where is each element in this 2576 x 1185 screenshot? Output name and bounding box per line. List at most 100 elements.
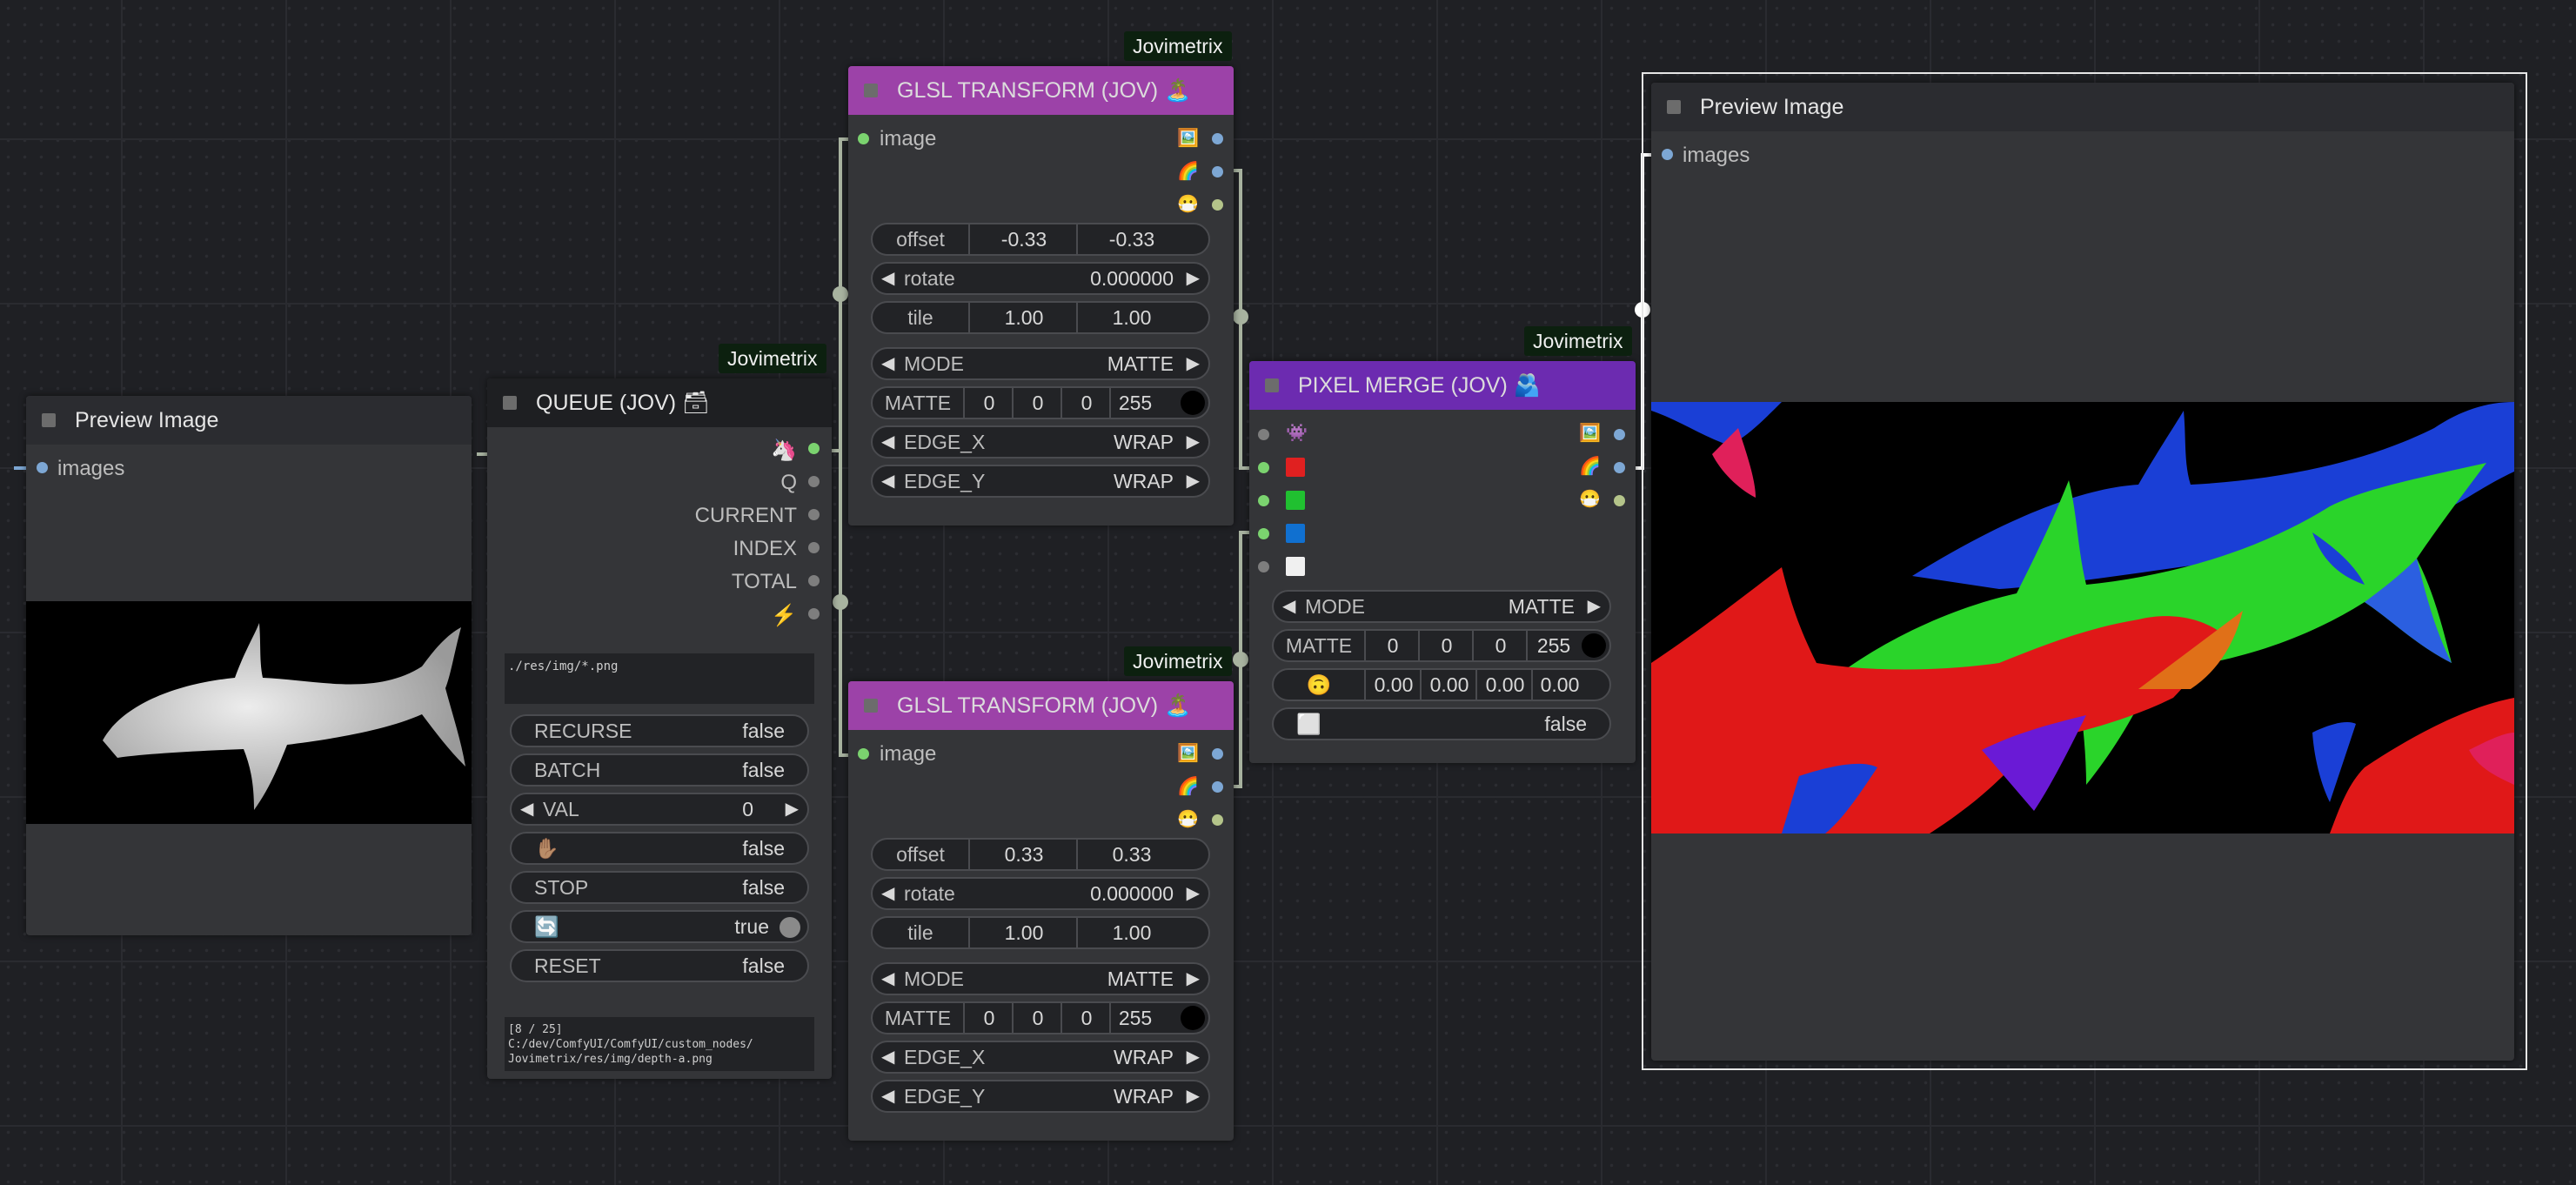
increment-arrow-icon[interactable]: ▶ [786,794,799,824]
edge-y-select[interactable]: ◀ EDGE_Y WRAP ▶ [871,1080,1210,1113]
image-output-slot[interactable] [1212,748,1223,760]
output-slot-q[interactable] [808,476,820,487]
collapse-toggle[interactable] [864,699,878,713]
collapse-toggle[interactable] [1667,100,1681,114]
matte-b-value[interactable]: 0 [1472,631,1528,660]
offset-vector-input[interactable]: offset 0.33 0.33 [871,838,1210,871]
flip-v3-value[interactable]: 0.00 [1475,670,1533,700]
matte-color-input[interactable]: MATTE 0 0 0 255 [871,1001,1210,1034]
glsl-transform-node-top[interactable]: GLSL TRANSFORM (JOV) 🏝️ image 🖼️ 🌈 😷 off… [848,66,1234,526]
green-input-slot[interactable] [1258,495,1269,506]
offset-y-value[interactable]: 0.33 [1076,840,1186,869]
mode-select[interactable]: ◀ MODE MATTE ▶ [871,962,1210,995]
matte-color-swatch[interactable] [1181,391,1205,415]
red-input-slot[interactable] [1258,462,1269,473]
rgb-output-slot[interactable] [1212,781,1223,793]
rotate-number-input[interactable]: ◀ rotate 0.000000 ▶ [871,877,1210,910]
output-slot-trigger[interactable] [808,608,820,619]
recurse-toggle[interactable]: RECURSE false [510,714,809,747]
matte-b-value[interactable]: 0 [1061,388,1111,418]
next-arrow-icon[interactable]: ▶ [1187,964,1200,994]
mask-output-slot[interactable] [1212,814,1223,826]
offset-x-value[interactable]: 0.33 [968,840,1078,869]
next-arrow-icon[interactable]: ▶ [1187,427,1200,457]
prev-arrow-icon[interactable]: ◀ [881,349,894,378]
node-header[interactable]: PIXEL MERGE (JOV) 🫂 [1249,361,1636,410]
mask-output-slot[interactable] [1212,199,1223,211]
tile-vector-input[interactable]: tile 1.00 1.00 [871,301,1210,334]
rgb-output-slot[interactable] [1614,462,1625,473]
matte-color-input[interactable]: MATTE 0 0 0 255 [871,386,1210,419]
collapse-toggle[interactable] [42,413,56,427]
stop-toggle[interactable]: STOP false [510,871,809,904]
tile-x-value[interactable]: 1.00 [968,303,1078,332]
images-input-slot[interactable] [37,462,48,473]
invert-toggle[interactable]: ⬜ false [1272,707,1611,740]
mode-select[interactable]: ◀ MODE MATTE ▶ [1272,590,1611,623]
image-output-slot[interactable] [1614,429,1625,440]
flip-v1-value[interactable]: 0.00 [1364,670,1422,700]
queue-node[interactable]: QUEUE (JOV) 🗃 🦄 Q CURRENT INDEX TOTAL ⚡ … [487,378,832,1079]
val-number-input[interactable]: ◀ VAL 0 ▶ [510,793,809,826]
matte-g-value[interactable]: 0 [1012,388,1062,418]
node-header[interactable]: Preview Image [26,396,472,445]
next-arrow-icon[interactable]: ▶ [1187,1042,1200,1072]
matte-a-value[interactable]: 255 [1109,388,1160,418]
increment-arrow-icon[interactable]: ▶ [1187,879,1200,908]
offset-vector-input[interactable]: offset -0.33 -0.33 [871,223,1210,256]
loop-toggle[interactable]: 🔄 true [510,910,809,943]
images-input-slot[interactable] [1662,149,1673,160]
hold-toggle[interactable]: ✋🏽 false [510,832,809,865]
preview-image-node-left[interactable]: Preview Image images [26,396,472,935]
node-header[interactable]: GLSL TRANSFORM (JOV) 🏝️ [848,681,1234,730]
image-output-slot[interactable] [1212,133,1223,144]
tile-y-value[interactable]: 1.00 [1076,303,1186,332]
prev-arrow-icon[interactable]: ◀ [881,1042,894,1072]
matte-r-value[interactable]: 0 [963,388,1014,418]
reset-toggle[interactable]: RESET false [510,949,809,982]
offset-x-value[interactable]: -0.33 [968,224,1078,254]
node-header[interactable]: QUEUE (JOV) 🗃 [487,378,832,427]
alpha-input-slot[interactable] [1258,561,1269,572]
matte-a-value[interactable]: 255 [1526,631,1580,660]
output-slot-total[interactable] [808,575,820,586]
matte-g-value[interactable]: 0 [1012,1003,1062,1033]
next-arrow-icon[interactable]: ▶ [1588,592,1601,621]
mode-select[interactable]: ◀ MODE MATTE ▶ [871,347,1210,380]
matte-color-input[interactable]: MATTE 0 0 0 255 [1272,629,1611,662]
prev-arrow-icon[interactable]: ◀ [881,964,894,994]
matte-color-swatch[interactable] [1181,1006,1205,1030]
output-slot-current[interactable] [808,509,820,520]
mask-output-slot[interactable] [1614,495,1625,506]
flip-v4-value[interactable]: 0.00 [1531,670,1587,700]
collapse-toggle[interactable] [503,396,517,410]
decrement-arrow-icon[interactable]: ◀ [520,794,533,824]
increment-arrow-icon[interactable]: ▶ [1187,264,1200,293]
matte-r-value[interactable]: 0 [1364,631,1420,660]
next-arrow-icon[interactable]: ▶ [1187,349,1200,378]
node-header[interactable]: GLSL TRANSFORM (JOV) 🏝️ [848,66,1234,115]
image-input-slot[interactable] [858,133,869,144]
prev-arrow-icon[interactable]: ◀ [881,427,894,457]
output-slot-index[interactable] [808,542,820,553]
node-header[interactable]: Preview Image [1651,83,2514,131]
offset-y-value[interactable]: -0.33 [1076,224,1186,254]
rotate-number-input[interactable]: ◀ rotate 0.000000 ▶ [871,262,1210,295]
rgb-output-slot[interactable] [1212,166,1223,177]
image-input-slot[interactable] [858,748,869,760]
prev-arrow-icon[interactable]: ◀ [1282,592,1295,621]
next-arrow-icon[interactable]: ▶ [1187,466,1200,496]
matte-g-value[interactable]: 0 [1418,631,1474,660]
flip-v2-value[interactable]: 0.00 [1420,670,1477,700]
preview-image-node-right[interactable]: Preview Image images [1651,83,2514,1061]
collapse-toggle[interactable] [864,84,878,97]
edge-x-select[interactable]: ◀ EDGE_X WRAP ▶ [871,1041,1210,1074]
output-slot-any[interactable] [808,443,820,454]
flip-vector-input[interactable]: 🙃 0.00 0.00 0.00 0.00 [1272,668,1611,701]
tile-vector-input[interactable]: tile 1.00 1.00 [871,916,1210,949]
tile-x-value[interactable]: 1.00 [968,918,1078,947]
queue-path-input[interactable]: ./res/img/*.png [505,653,814,704]
matte-r-value[interactable]: 0 [963,1003,1014,1033]
matte-color-swatch[interactable] [1582,633,1606,658]
edge-x-select[interactable]: ◀ EDGE_X WRAP ▶ [871,425,1210,459]
